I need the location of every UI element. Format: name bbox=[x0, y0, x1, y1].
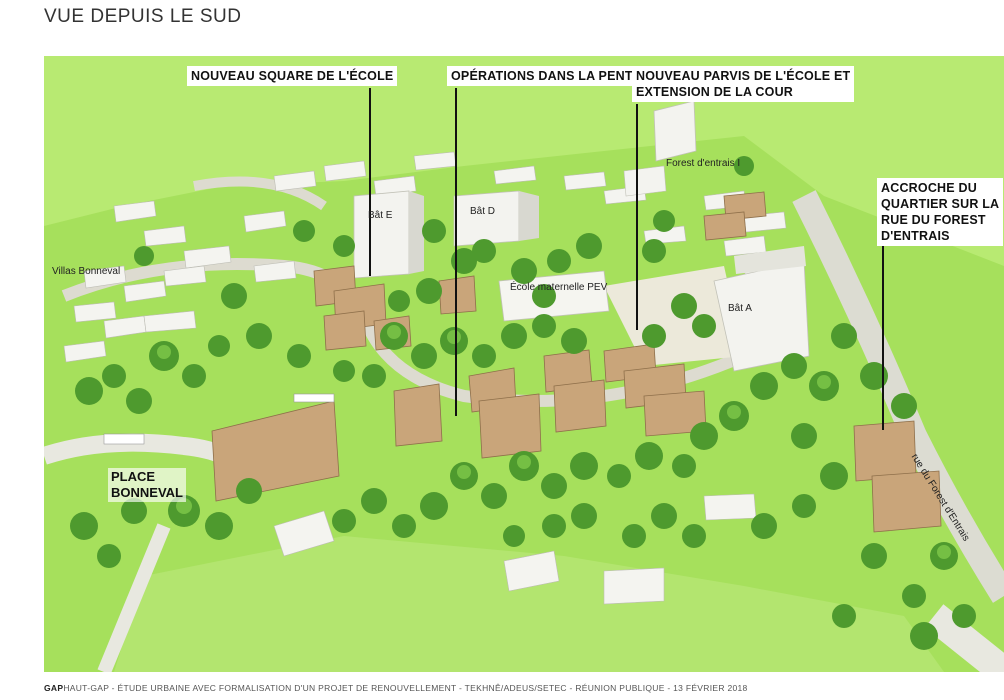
leader-line-parvis bbox=[636, 104, 638, 330]
footer: GAPHAUT-GAP - ÉTUDE URBAINE AVEC FORMALI… bbox=[44, 683, 748, 693]
bus bbox=[103, 433, 145, 445]
callout-operations-pente: OPÉRATIONS DANS LA PENTE bbox=[447, 66, 646, 86]
label-bat-a: Bât A bbox=[728, 303, 752, 314]
page-title: VUE DEPUIS LE SUD bbox=[44, 6, 242, 27]
tower-north bbox=[653, 100, 697, 162]
label-bat-e: Bât E bbox=[368, 210, 393, 221]
aerial-view bbox=[44, 56, 1004, 672]
callout-nouveau-square: NOUVEAU SQUARE DE L'ÉCOLE bbox=[187, 66, 398, 86]
callout-nouveau-parvis: NOUVEAU PARVIS DE L'ÉCOLE ET EXTENSION D… bbox=[632, 66, 855, 102]
callout-accroche-quartier: ACCROCHE DU QUARTIER SUR LA RUE DU FORES… bbox=[877, 178, 1004, 246]
label-forest-entrais: Forest d'entrais I bbox=[666, 158, 741, 169]
tower-bat-d bbox=[453, 190, 520, 247]
leader-line-pente bbox=[455, 88, 457, 416]
leader-line-square bbox=[369, 88, 371, 276]
label-place-bonneval: PLACE BONNEVAL bbox=[108, 468, 186, 502]
leader-line-accroche bbox=[882, 244, 884, 430]
label-ecole-maternelle: École maternelle PEV bbox=[510, 282, 608, 293]
label-bat-d: Bât D bbox=[470, 206, 496, 217]
footer-brand: GAP bbox=[44, 683, 64, 693]
footer-text: HAUT-GAP - ÉTUDE URBAINE AVEC FORMALISAT… bbox=[63, 683, 748, 693]
tower-bat-e bbox=[353, 190, 410, 279]
label-villas-bonneval: Villas Bonneval bbox=[52, 266, 121, 277]
aerial-illustration bbox=[44, 56, 1004, 672]
